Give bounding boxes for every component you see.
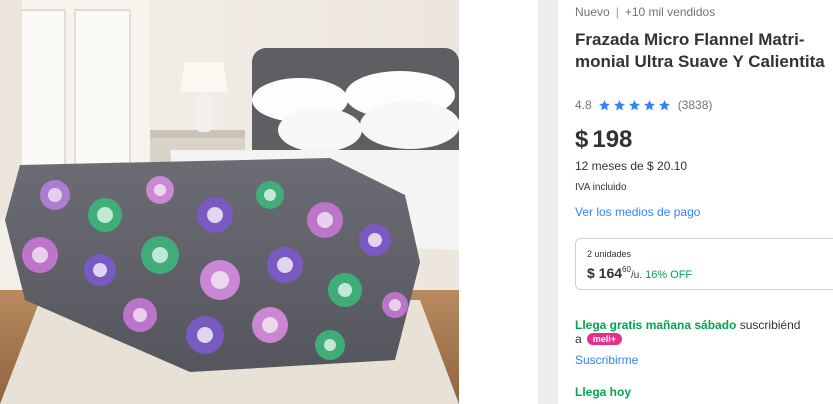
star-icon [658, 99, 670, 110]
bulk-price-cents: 60 [622, 265, 631, 274]
rating-row[interactable]: 4.8 (3838) [575, 98, 712, 112]
star-icon [613, 99, 625, 110]
subscribe-link[interactable]: Suscribirme [575, 353, 638, 367]
star-icon [643, 99, 655, 110]
condition-label: Nuevo [575, 5, 610, 19]
shipping-line2-prefix: a [575, 332, 582, 346]
bulk-price: $ 16460/u. 16% OFF [587, 265, 692, 281]
meta-separator: | [615, 5, 619, 19]
bulk-units: 2 unidades [587, 249, 632, 259]
bulk-price-main: $ 164 [587, 265, 623, 281]
price-amount: 198 [592, 126, 633, 153]
rating-value: 4.8 [575, 98, 592, 112]
star-icon [598, 99, 610, 110]
product-image[interactable] [0, 0, 459, 404]
product-gallery [0, 0, 538, 404]
gutter [538, 0, 558, 404]
product-meta: Nuevo | +10 mil vendidos [575, 5, 715, 19]
bulk-discount: 16% OFF [645, 269, 693, 281]
product-info-panel: Nuevo | +10 mil vendidos Frazada Micro Fla… [558, 0, 833, 404]
shipping-suffix: suscribiénd [739, 318, 801, 332]
price: $198 [575, 126, 632, 154]
free-shipping-label: Llega gratis mañana sábado [575, 318, 737, 332]
delivery-today: Llega hoy [575, 385, 632, 399]
bulk-offer-card[interactable]: 2 unidades $ 16460/u. 16% OFF [575, 238, 833, 290]
price-currency: $ [575, 126, 589, 153]
tax-note: IVA incluido [575, 182, 627, 193]
shipping-line-2: a meli+ [575, 332, 622, 346]
product-title: Frazada Micro Flannel Matri-monial Ultra… [575, 30, 825, 71]
rating-count: (3838) [677, 98, 713, 112]
payment-methods-link[interactable]: Ver los medios de pago [575, 205, 700, 219]
rating-stars [598, 99, 673, 112]
meli-plus-badge: meli+ [586, 333, 622, 345]
sold-count: +10 mil vendidos [624, 5, 716, 19]
star-icon [628, 99, 640, 110]
bulk-per-unit: /u. [630, 270, 643, 281]
installments: 12 meses de $ 20.10 [575, 159, 688, 173]
